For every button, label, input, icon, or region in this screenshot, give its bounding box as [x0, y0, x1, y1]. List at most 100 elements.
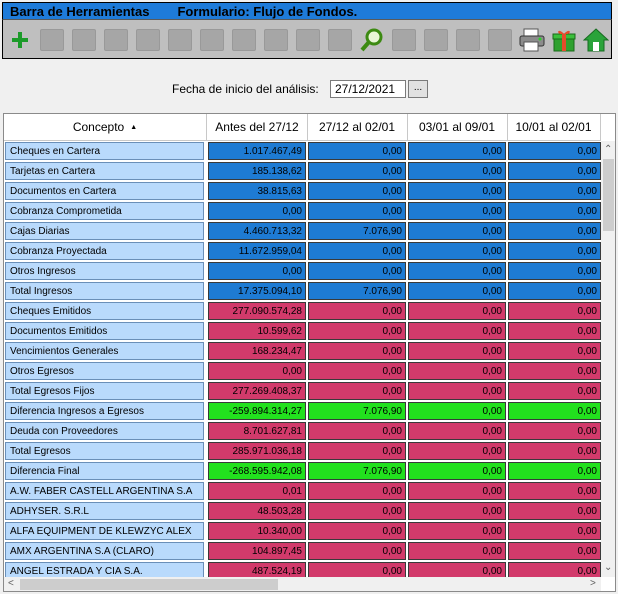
concept-cell[interactable]: Cheques en Cartera [5, 142, 204, 160]
value-cell[interactable]: 0,00 [208, 262, 306, 280]
table-row[interactable]: ADHYSER. S.R.L 48.503,28 0,00 0,00 0,00 [4, 501, 601, 521]
undo-button[interactable] [165, 24, 195, 56]
scroll-left-icon[interactable]: < [8, 577, 14, 591]
value-cell[interactable]: 0,00 [408, 302, 506, 320]
value-cell[interactable]: 0,00 [308, 262, 406, 280]
table-row[interactable]: Total Egresos 285.971.036,18 0,00 0,00 0,00 [4, 441, 601, 461]
value-cell[interactable]: 0,00 [408, 462, 506, 480]
table-row[interactable]: Cheques en Cartera 1.017.467,49 0,00 0,00 0,… [4, 141, 601, 161]
concept-cell[interactable]: Vencimientos Generales [5, 342, 204, 360]
value-cell[interactable]: 0,00 [308, 142, 406, 160]
value-cell[interactable]: 0,00 [408, 182, 506, 200]
concept-cell[interactable]: Cheques Emitidos [5, 302, 204, 320]
table-row[interactable]: Total Ingresos 17.375.094,10 7.076,90 0,00 0… [4, 281, 601, 301]
value-cell[interactable]: 0,00 [408, 522, 506, 540]
concept-cell[interactable]: Total Ingresos [5, 282, 204, 300]
value-cell[interactable]: 0,00 [408, 402, 506, 420]
column-header-1[interactable]: Antes del 27/12 [207, 114, 308, 141]
value-cell[interactable]: 0,00 [308, 182, 406, 200]
search-button[interactable] [357, 24, 387, 56]
value-cell[interactable]: 38.815,63 [208, 182, 306, 200]
edit-button[interactable] [101, 24, 131, 56]
value-cell[interactable]: 0,00 [508, 302, 601, 320]
concept-cell[interactable]: AMX ARGENTINA S.A (CLARO) [5, 542, 204, 560]
add-button[interactable] [5, 24, 35, 56]
value-cell[interactable]: 10.599,62 [208, 322, 306, 340]
value-cell[interactable]: 0,00 [408, 202, 506, 220]
vertical-scroll-thumb[interactable] [603, 159, 614, 231]
print-disabled-button[interactable] [133, 24, 163, 56]
table-row[interactable]: Diferencia Final -268.595.942,08 7.076,90 0… [4, 461, 601, 481]
value-cell[interactable]: 277.090.574,28 [208, 302, 306, 320]
column-header-2[interactable]: 27/12 al 02/01 [307, 114, 408, 141]
value-cell[interactable]: 0,00 [408, 422, 506, 440]
value-cell[interactable]: 0,00 [308, 482, 406, 500]
value-cell[interactable]: 104.897,45 [208, 542, 306, 560]
value-cell[interactable]: 0,00 [308, 502, 406, 520]
value-cell[interactable]: 0,00 [208, 202, 306, 220]
table-row[interactable]: Deuda con Proveedores 8.701.627,81 0,00 0,0… [4, 421, 601, 441]
value-cell[interactable]: 0,00 [508, 462, 601, 480]
concept-cell[interactable]: Otros Egresos [5, 362, 204, 380]
value-cell[interactable]: -268.595.942,08 [208, 462, 306, 480]
start-date-input[interactable] [330, 80, 406, 98]
value-cell[interactable]: 0,00 [508, 162, 601, 180]
table-row[interactable]: Tarjetas en Cartera 185.138,62 0,00 0,00 0,0… [4, 161, 601, 181]
value-cell[interactable]: 0,00 [508, 182, 601, 200]
concept-cell[interactable]: A.W. FABER CASTELL ARGENTINA S.A [5, 482, 204, 500]
value-cell[interactable]: 1.017.467,49 [208, 142, 306, 160]
value-cell[interactable]: 487.524,19 [208, 562, 306, 577]
value-cell[interactable]: 4.460.713,32 [208, 222, 306, 240]
value-cell[interactable]: 0,00 [308, 162, 406, 180]
value-cell[interactable]: 7.076,90 [308, 402, 406, 420]
value-cell[interactable]: 0,00 [408, 542, 506, 560]
value-cell[interactable]: 0,00 [508, 202, 601, 220]
value-cell[interactable]: 0,00 [508, 482, 601, 500]
value-cell[interactable]: 185.138,62 [208, 162, 306, 180]
value-cell[interactable]: 0,00 [408, 322, 506, 340]
concept-cell[interactable]: Otros Ingresos [5, 262, 204, 280]
table-row[interactable]: ALFA EQUIPMENT DE KLEWZYC ALEX 10.340,00 0… [4, 521, 601, 541]
value-cell[interactable]: 0,00 [508, 562, 601, 577]
table-row[interactable]: Diferencia Ingresos a Egresos -259.894.31… [4, 401, 601, 421]
value-cell[interactable]: 0,00 [308, 362, 406, 380]
value-cell[interactable]: 0,00 [408, 442, 506, 460]
concept-cell[interactable]: Cobranza Comprometida [5, 202, 204, 220]
table-row[interactable]: Cobranza Proyectada 11.672.959,04 0,00 0,00… [4, 241, 601, 261]
value-cell[interactable]: 0,00 [408, 162, 506, 180]
save-button[interactable] [37, 24, 67, 56]
value-cell[interactable]: 0,00 [408, 222, 506, 240]
value-cell[interactable]: 0,00 [508, 362, 601, 380]
concept-cell[interactable]: Cobranza Proyectada [5, 242, 204, 260]
last-record-button[interactable] [485, 24, 515, 56]
value-cell[interactable]: 0,00 [308, 302, 406, 320]
concept-cell[interactable]: ADHYSER. S.R.L [5, 502, 204, 520]
value-cell[interactable]: 0,00 [308, 442, 406, 460]
value-cell[interactable]: 0,00 [508, 282, 601, 300]
value-cell[interactable]: 0,00 [308, 522, 406, 540]
table-row[interactable]: Documentos Emitidos 10.599,62 0,00 0,00 0,00 [4, 321, 601, 341]
value-cell[interactable]: 0,00 [508, 322, 601, 340]
concept-cell[interactable]: Diferencia Final [5, 462, 204, 480]
value-cell[interactable]: 11.672.959,04 [208, 242, 306, 260]
column-header-0[interactable]: Concepto ▲ [4, 114, 207, 141]
printer-button[interactable] [517, 24, 547, 56]
concept-cell[interactable]: Diferencia Ingresos a Egresos [5, 402, 204, 420]
value-cell[interactable]: 7.076,90 [308, 462, 406, 480]
value-cell[interactable]: 0,00 [508, 522, 601, 540]
save-as-button[interactable] [69, 24, 99, 56]
value-cell[interactable]: 48.503,28 [208, 502, 306, 520]
value-cell[interactable]: 0,00 [508, 142, 601, 160]
concept-cell[interactable]: Total Egresos Fijos [5, 382, 204, 400]
value-cell[interactable]: 0,00 [508, 242, 601, 260]
horizontal-scroll-thumb[interactable] [20, 579, 278, 590]
concept-cell[interactable]: Cajas Diarias [5, 222, 204, 240]
table-row[interactable]: A.W. FABER CASTELL ARGENTINA S.A 0,01 0,00… [4, 481, 601, 501]
next-record-button[interactable] [453, 24, 483, 56]
concept-cell[interactable]: ALFA EQUIPMENT DE KLEWZYC ALEX [5, 522, 204, 540]
table-row[interactable]: Documentos en Cartera 38.815,63 0,00 0,00 0,… [4, 181, 601, 201]
value-cell[interactable]: 8.701.627,81 [208, 422, 306, 440]
value-cell[interactable]: 0,00 [508, 342, 601, 360]
first-record-button[interactable] [389, 24, 419, 56]
table-row[interactable]: Total Egresos Fijos 277.269.408,37 0,00 0,0… [4, 381, 601, 401]
